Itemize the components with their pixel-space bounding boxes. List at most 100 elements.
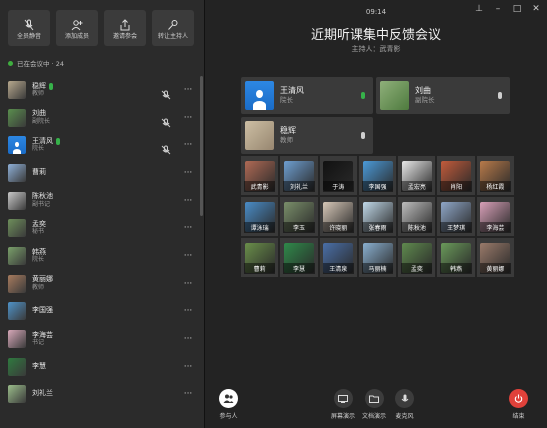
participant-tile[interactable]: 于涛 [319,156,357,195]
member-role: 教师 [32,89,45,97]
participant-tile[interactable]: 孟宏亮 [398,156,436,195]
speaker-name: 稳辉 [280,126,296,136]
member-role: 秘书 [32,228,45,236]
speaker-role: 院长 [280,96,293,105]
minimize-icon[interactable]: – [493,4,503,14]
participant-tile[interactable]: 王清泉 [319,238,357,277]
participant-tile[interactable]: 李玉 [280,197,318,236]
more-icon[interactable]: ··· [183,85,193,95]
close-icon[interactable]: ✕ [531,4,541,14]
list-item[interactable]: 陈秋池 副书记 ··· [0,187,199,215]
member-role: 书记 [32,339,45,347]
participant-tile[interactable]: 刘礼兰 [280,156,318,195]
microphone-button[interactable]: 麦克风 [395,389,414,420]
participant-tile[interactable]: 杨红霞 [476,156,515,195]
member-name: 刘礼兰 [32,389,53,398]
mic-icon [361,132,365,139]
more-icon[interactable]: ··· [183,113,193,123]
participant-name: 肖阳 [440,181,472,192]
participant-tile[interactable]: 孟奕 [398,238,436,277]
list-item[interactable]: 稳辉 教师 ··· [0,76,199,104]
invite-button[interactable]: 邀请参会 [104,10,146,46]
more-icon[interactable]: ··· [183,389,193,399]
end-meeting-button[interactable]: 结束 [509,389,528,420]
maximize-icon[interactable]: □ [512,4,522,14]
list-item[interactable]: 刘礼兰 ··· [0,381,199,409]
end-meeting-label: 结束 [512,413,525,420]
more-icon[interactable]: ··· [183,334,193,344]
avatar [8,191,26,210]
list-item[interactable]: 刘曲 副院长 ··· [0,104,199,132]
microphone-icon [395,389,414,408]
participant-tile[interactable]: 黄丽娜 [476,238,515,277]
list-item[interactable]: 孟奕 秘书 ··· [0,214,199,242]
more-icon[interactable]: ··· [183,306,193,316]
participant-tile[interactable]: 肖阳 [437,156,475,195]
list-item[interactable]: 李国强 ··· [0,298,199,326]
member-role: 院长 [32,145,45,153]
avatar [245,121,274,150]
more-icon[interactable]: ··· [183,140,193,150]
more-icon[interactable]: ··· [183,279,193,289]
more-icon[interactable]: ··· [183,168,193,178]
mic-muted-icon[interactable] [161,113,171,127]
window-controls: ⊥ – □ ✕ [474,4,541,14]
speaker-card[interactable]: 刘曲 副院长 [376,77,510,114]
participant-tile[interactable]: 张春雨 [358,197,397,236]
mic-muted-icon[interactable] [161,85,171,100]
doc-share-button[interactable]: 文档演示 [362,389,386,420]
participant-tile[interactable]: 马丽楠 [358,238,397,277]
meeting-title: 近期听课集中反馈会议 [310,28,441,43]
power-icon [509,389,528,408]
add-member-button[interactable]: 添加成员 [56,10,98,46]
screen-share-button[interactable]: 屏幕演示 [331,389,355,420]
speaker-card[interactable]: 稳辉 教师 [241,117,373,154]
speaker-card[interactable]: 王清风 院长 [241,77,373,114]
participant-name: 马丽楠 [361,263,394,274]
participants-button[interactable]: 参与人 [219,389,238,420]
member-role: 副书记 [32,200,51,208]
member-name: 陈秋池 [32,192,53,201]
host-toolbar: 全员静音 添加成员 邀请参会 转让主持人 [0,0,204,52]
member-name: 曹莉 [32,167,46,176]
member-list[interactable]: 稳辉 教师 ··· 刘曲 副院长 ··· 王清风 院长 ··· 曹莉 ··· 陈… [0,76,199,428]
more-icon[interactable]: ··· [183,251,193,261]
online-dot-icon [8,60,13,66]
member-list-scrollbar[interactable] [200,76,203,216]
transfer-host-button[interactable]: 转让主持人 [152,10,194,46]
participant-name: 韩燕 [440,263,472,274]
list-item[interactable]: 李海芸 书记 ··· [0,325,199,353]
avatar [8,108,26,127]
participant-tile[interactable]: 李海芸 [476,197,515,236]
pin-icon[interactable]: ⊥ [474,4,484,14]
participant-name: 陈秋池 [401,222,433,233]
list-item[interactable]: 韩燕 院长 ··· [0,242,199,270]
in-meeting-count: 已在会议中 · 24 [17,60,64,68]
mute-all-button[interactable]: 全员静音 [8,10,50,46]
participant-tile[interactable]: 王梦琪 [437,197,475,236]
list-item[interactable]: 黄丽娜 教师 ··· [0,270,199,298]
participant-name: 孟宏亮 [401,181,433,192]
doc-share-label: 文档演示 [362,413,387,420]
participant-tile[interactable]: 陈秋池 [398,197,436,236]
participant-name: 张春雨 [361,222,394,233]
list-item[interactable]: 王清风 院长 ··· [0,131,199,159]
participant-tile[interactable]: 韩燕 [437,238,475,277]
participant-tile[interactable]: 李国强 [358,156,397,195]
participant-tile[interactable]: 许晓丽 [319,197,357,236]
list-item[interactable]: 李慧 ··· [0,353,199,381]
more-icon[interactable]: ··· [183,362,193,372]
participant-tile[interactable]: 李慧 [280,238,318,277]
participant-tile[interactable]: 武青影 [241,156,279,195]
more-icon[interactable]: ··· [183,196,193,206]
list-item[interactable]: 曹莉 ··· [0,159,199,187]
share-icon [119,16,131,31]
participant-tile[interactable]: 谭泳瑞 [241,197,279,236]
avatar [8,219,26,238]
control-bar: 参与人 屏幕演示 文档演示 麦克风 结束 [205,388,547,428]
folder-icon [364,389,384,408]
more-icon[interactable]: ··· [183,223,193,233]
mute-mic-icon [23,16,35,31]
participant-tile[interactable]: 曹莉 [241,238,279,277]
mic-muted-icon[interactable] [161,140,171,155]
